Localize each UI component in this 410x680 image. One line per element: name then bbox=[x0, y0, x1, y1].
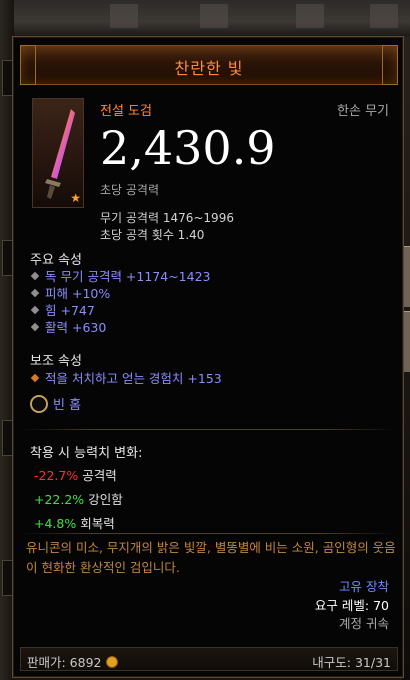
sell-price: 판매가: 6892 bbox=[27, 652, 118, 671]
stat-change-row: -22.7% 공격력 bbox=[34, 465, 117, 484]
hud-decoration bbox=[110, 4, 138, 28]
stat-change-value: +22.2% bbox=[34, 492, 85, 507]
primary-property: 활력 +630 bbox=[30, 317, 106, 336]
stat-change-row: +22.2% 강인함 bbox=[34, 489, 123, 508]
required-level: 요구 레벨: 70 bbox=[314, 598, 389, 613]
empty-socket: 빈 홈 bbox=[30, 394, 81, 413]
property-text: 적을 처치하고 얻는 경험치 +153 bbox=[45, 371, 222, 386]
legendary-label: 고유 장착 bbox=[339, 579, 389, 594]
gold-coin-icon bbox=[105, 655, 118, 668]
socket-label: 빈 홈 bbox=[53, 398, 82, 413]
sell-price-text: 판매가: 6892 bbox=[27, 655, 102, 670]
stat-changes-title: 착용 시 능력치 변화: bbox=[30, 446, 143, 461]
divider bbox=[21, 533, 397, 534]
item-tooltip: 찬란한 빛 ★ 전설 도검 한손 무기 2,430.9 초당 공격력 무기 공격… bbox=[12, 36, 404, 678]
dps-label: 초당 공격력 bbox=[100, 183, 160, 197]
item-slot-type: 한손 무기 bbox=[337, 104, 389, 119]
stat-change-label: 회복력 bbox=[80, 516, 115, 531]
flavor-text: 유니콘의 미소, 무지개의 밝은 빛깔, 별똥별에 비는 소원, 곰인형의 웃음… bbox=[26, 540, 396, 575]
stat-change-value: -22.7% bbox=[34, 468, 79, 483]
stat-change-row: +4.8% 회복력 bbox=[34, 513, 115, 532]
hud-decoration bbox=[296, 4, 324, 28]
star-icon: ★ bbox=[70, 191, 81, 205]
attack-speed-line: 초당 공격 횟수 1.40 bbox=[100, 228, 205, 242]
item-name-header: 찬란한 빛 bbox=[20, 45, 398, 85]
bullet-icon bbox=[30, 322, 40, 331]
stat-change-label: 강인함 bbox=[88, 492, 123, 507]
hud-decoration bbox=[370, 4, 398, 28]
bullet-icon bbox=[30, 305, 40, 314]
stat-change-label: 공격력 bbox=[82, 468, 117, 483]
hud-decoration bbox=[200, 4, 228, 28]
tooltip-footer: 판매가: 6892 내구도: 31/31 bbox=[20, 647, 398, 671]
property-text: 활력 +630 bbox=[45, 320, 107, 335]
secondary-property: 적을 처치하고 얻는 경험치 +153 bbox=[30, 368, 222, 387]
item-rarity: 전설 도검 bbox=[100, 104, 152, 119]
weapon-damage-line: 무기 공격력 1476~1996 bbox=[100, 211, 234, 225]
account-bound-label: 계정 귀속 bbox=[339, 616, 389, 631]
bullet-icon bbox=[30, 373, 40, 382]
dps-value: 2,430.9 bbox=[100, 121, 276, 175]
stat-change-value: +4.8% bbox=[34, 516, 77, 531]
item-name: 찬란한 빛 bbox=[174, 59, 244, 78]
secondary-properties-title: 보조 속성 bbox=[30, 354, 82, 369]
bullet-icon bbox=[30, 271, 40, 280]
bullet-icon bbox=[30, 288, 40, 297]
sword-icon: ★ bbox=[32, 98, 84, 208]
game-hud-top bbox=[0, 0, 410, 36]
durability: 내구도: 31/31 bbox=[312, 655, 391, 670]
divider bbox=[21, 429, 397, 430]
socket-icon bbox=[30, 394, 48, 413]
